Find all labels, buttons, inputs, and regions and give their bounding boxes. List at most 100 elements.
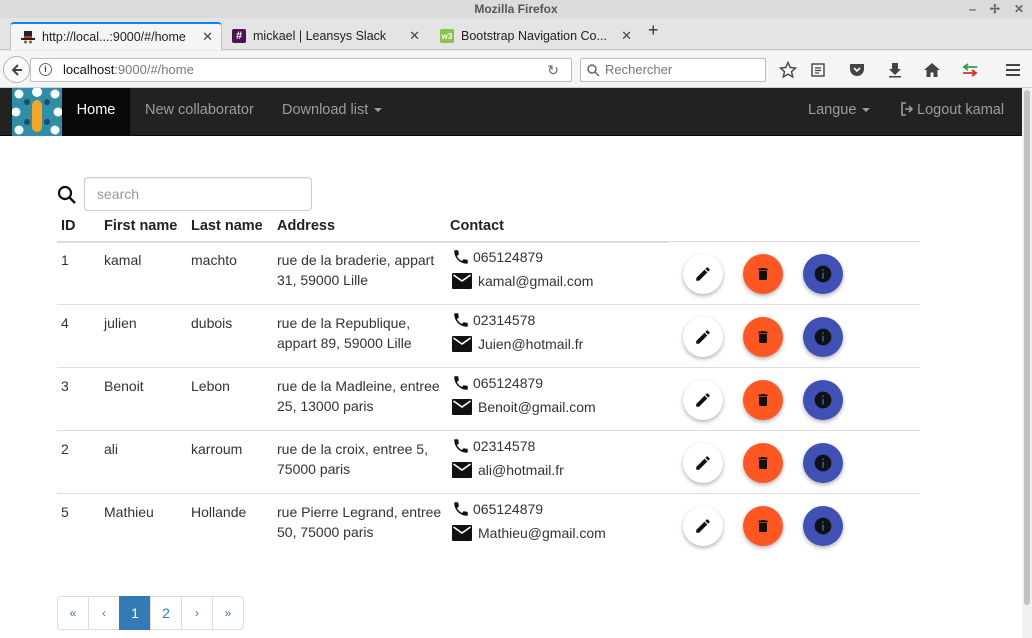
page-scrollbar[interactable]	[1022, 88, 1032, 638]
bookmark-star-icon[interactable]	[778, 60, 798, 80]
url-host: localhost	[63, 62, 115, 77]
maximize-icon[interactable]: ✢	[990, 0, 1000, 18]
trash-icon	[755, 328, 771, 346]
download-icon[interactable]	[885, 60, 905, 80]
edit-button[interactable]	[683, 317, 723, 357]
reader-list-icon[interactable]	[808, 60, 828, 80]
app-navbar: Home New collaborator Download list Lang…	[0, 88, 1022, 136]
nav-download-list[interactable]: Download list	[282, 88, 383, 136]
phone-number: 02314578	[473, 312, 536, 328]
phone-number: 065124879	[473, 501, 544, 517]
window-close-icon[interactable]: ✕	[1014, 0, 1024, 18]
cell-id: 2	[61, 441, 69, 457]
column-header-first-name: First name	[104, 218, 178, 234]
nav-home[interactable]: Home	[62, 88, 130, 136]
info-button[interactable]	[803, 443, 843, 483]
scrollbar-thumb[interactable]	[1024, 90, 1030, 605]
nav-logout[interactable]: Logout kamal	[900, 88, 1004, 136]
minimize-icon[interactable]: ‒	[969, 0, 976, 18]
search-input[interactable]	[84, 177, 312, 211]
window-titlebar: Mozilla Firefox ‒ ✢ ✕	[0, 0, 1032, 18]
chevron-down-icon	[374, 108, 383, 113]
info-button[interactable]	[803, 506, 843, 546]
delete-button[interactable]	[743, 380, 783, 420]
pencil-icon	[694, 517, 712, 535]
delete-button[interactable]	[743, 317, 783, 357]
tab-close-icon[interactable]: ✕	[409, 28, 420, 44]
edit-button[interactable]	[683, 443, 723, 483]
edit-button[interactable]	[683, 254, 723, 294]
info-button[interactable]	[803, 380, 843, 420]
cell-address: rue de la Madleine, entree 25, 13000 par…	[277, 378, 440, 414]
pocket-icon[interactable]	[847, 60, 867, 80]
pencil-icon	[694, 391, 712, 409]
browser-tab-slack[interactable]: # mickael | Leansys Slack ✕	[222, 22, 428, 50]
tab-title: mickael | Leansys Slack	[253, 29, 387, 43]
browser-tab-home[interactable]: http://local...:9000/#/home ✕	[10, 22, 222, 50]
delete-button[interactable]	[743, 506, 783, 546]
url-path: :9000/#/home	[114, 62, 194, 77]
info-button[interactable]	[803, 254, 843, 294]
browser-tabbar: http://local...:9000/#/home ✕ # mickael …	[0, 18, 1032, 50]
contact-email: ali@hotmail.fr	[452, 462, 564, 478]
back-button[interactable]	[3, 56, 30, 83]
delete-button[interactable]	[743, 254, 783, 294]
pagination-page-2[interactable]: 2	[150, 596, 182, 630]
url-bar[interactable]: i localhost:9000/#/home ↻	[30, 58, 572, 82]
tab-close-icon[interactable]: ✕	[621, 28, 632, 44]
browser-navbar: i localhost:9000/#/home ↻ Rechercher	[0, 51, 1032, 88]
hamburger-menu-icon[interactable]	[1003, 60, 1023, 80]
search-icon	[587, 64, 600, 77]
pagination-prev[interactable]: ‹	[88, 596, 120, 630]
contact-email: Mathieu@gmail.com	[452, 525, 606, 541]
column-header-id: ID	[61, 218, 76, 234]
mail-icon	[452, 525, 472, 541]
app-logo[interactable]	[12, 88, 62, 136]
mail-icon	[452, 462, 472, 478]
pagination-last[interactable]: »	[212, 596, 244, 630]
pencil-icon	[694, 454, 712, 472]
cell-first-name: ali	[104, 441, 119, 457]
sync-arrows-icon[interactable]	[960, 60, 980, 80]
site-info-icon[interactable]: i	[39, 63, 52, 76]
phone-icon	[452, 311, 470, 329]
home-icon[interactable]	[922, 60, 942, 80]
w3-favicon-icon: w3	[440, 29, 454, 43]
table-row: 4 julien dubois rue de la Republique, appar…	[57, 304, 920, 367]
nav-logout-label: Logout kamal	[917, 102, 1005, 118]
cell-id: 5	[61, 504, 69, 520]
reload-icon[interactable]: ↻	[547, 59, 559, 81]
mail-icon	[452, 336, 472, 352]
browser-search-placeholder: Rechercher	[605, 62, 673, 77]
email-address: Benoit@gmail.com	[478, 399, 596, 415]
nav-new-collaborator[interactable]: New collaborator	[145, 88, 254, 136]
page-content: Home New collaborator Download list Lang…	[0, 88, 1022, 638]
tab-title: http://local...:9000/#/home	[42, 30, 186, 44]
slack-favicon-icon: #	[232, 29, 246, 43]
cell-first-name: Benoit	[104, 378, 144, 394]
cell-last-name: machto	[191, 252, 237, 268]
contact-phone: 065124879	[452, 500, 543, 518]
hat-favicon-icon	[21, 30, 35, 44]
contact-email: Juien@hotmail.fr	[452, 336, 583, 352]
cell-address: rue Pierre Legrand, entree 50, 75000 par…	[277, 504, 442, 540]
browser-search-input[interactable]: Rechercher	[580, 58, 766, 82]
edit-button[interactable]	[683, 506, 723, 546]
mail-icon	[452, 273, 472, 289]
delete-button[interactable]	[743, 443, 783, 483]
nav-langue[interactable]: Langue	[808, 88, 871, 136]
mail-icon	[452, 399, 472, 415]
info-button[interactable]	[803, 317, 843, 357]
contact-email: kamal@gmail.com	[452, 273, 593, 289]
pagination-first[interactable]: «	[57, 596, 89, 630]
pagination-page-1[interactable]: 1	[119, 596, 151, 630]
pagination-next[interactable]: ›	[181, 596, 213, 630]
tab-close-icon[interactable]: ✕	[202, 29, 213, 45]
cell-id: 1	[61, 252, 69, 268]
new-tab-icon[interactable]: +	[648, 20, 659, 41]
edit-button[interactable]	[683, 380, 723, 420]
browser-tab-bootstrap[interactable]: w3 Bootstrap Navigation Co... ✕	[430, 22, 640, 50]
contact-phone: 02314578	[452, 437, 535, 455]
cell-first-name: kamal	[104, 252, 142, 268]
phone-number: 065124879	[473, 375, 544, 391]
